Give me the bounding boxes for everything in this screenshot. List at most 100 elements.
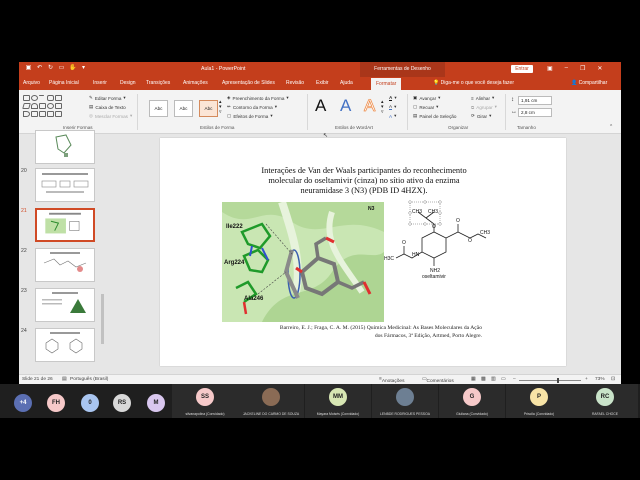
shape-more[interactable]: [55, 111, 62, 117]
thumbnails-scrollbar[interactable]: [101, 294, 104, 344]
normal-view-icon[interactable]: ▦: [471, 377, 476, 382]
participant-tile[interactable]: JACKELINE DO CARMO DE SOUZA: [238, 384, 304, 418]
minimize-icon[interactable]: –: [565, 65, 568, 72]
shape-square[interactable]: [55, 95, 62, 101]
participant-tile[interactable]: SS silvanapolina (Convidado): [172, 384, 238, 418]
slide-sorter-icon[interactable]: ▩: [481, 377, 486, 382]
shape-arrow[interactable]: [31, 111, 38, 117]
tab-exibir[interactable]: Exibir: [316, 80, 329, 86]
participant-avatar[interactable]: RS: [113, 394, 131, 412]
wordart-style-orange[interactable]: A: [364, 96, 376, 116]
tab-design[interactable]: Design: [120, 80, 136, 86]
shape-rectangle[interactable]: [23, 95, 30, 101]
slideshow-icon[interactable]: ▭: [501, 377, 506, 382]
save-icon[interactable]: ▣: [25, 65, 32, 72]
selection-pane-button[interactable]: ▤ Painel de Seleção: [413, 113, 456, 119]
participant-tile[interactable]: LENBDE RODRIGUES PESSOA: [372, 384, 438, 418]
send-backward-button[interactable]: ▢ Recuar ▾: [413, 104, 438, 110]
slide-title[interactable]: Interações de Van der Waals participante…: [204, 166, 524, 196]
customize-toolbar-icon[interactable]: ▾: [80, 65, 87, 72]
tab-formatar[interactable]: Formatar: [371, 78, 402, 90]
participant-avatar[interactable]: FH: [47, 394, 65, 412]
oseltamivir-structure[interactable]: CH3 CH3 O O O CH3 HN NH2 O H3C oseltamiv…: [382, 198, 492, 278]
more-participants-button[interactable]: +4: [14, 394, 32, 412]
notes-button[interactable]: ≡ Anotações: [379, 377, 404, 384]
slide-thumbnail[interactable]: [35, 248, 95, 282]
text-outline-button[interactable]: A ▾: [389, 104, 396, 110]
shape-style-3[interactable]: Abc: [199, 100, 218, 117]
slide-thumbnail[interactable]: [35, 328, 95, 362]
ribbon-display-icon[interactable]: ▣: [547, 65, 553, 72]
shape-fill-button[interactable]: ◈ Preenchimento da Forma ▾: [227, 95, 289, 101]
text-box-button[interactable]: ▤ Caixa de Texto: [89, 104, 126, 110]
start-presentation-icon[interactable]: ▭: [58, 65, 65, 72]
fit-slide-icon[interactable]: ⊡: [611, 377, 615, 382]
restore-icon[interactable]: ❐: [580, 65, 585, 72]
tab-arquivo[interactable]: Arquivo: [23, 80, 40, 86]
slide-thumbnail[interactable]: [35, 288, 95, 322]
participant-tile[interactable]: MM Mayara Moisés (Convidado): [305, 384, 371, 418]
participant-avatar[interactable]: 0: [81, 394, 99, 412]
tell-me-search[interactable]: 💡 Diga-me o que você deseja fazer: [433, 80, 514, 86]
wordart-style-blue[interactable]: A: [340, 96, 351, 116]
shape-height-input[interactable]: 1,91 cm: [518, 96, 552, 105]
tab-animacoes[interactable]: Animações: [183, 80, 208, 86]
shape-styles-more-icon[interactable]: ▴ ▾ ▿: [219, 100, 222, 115]
text-fill-button[interactable]: A ▾: [389, 95, 397, 101]
shape-star[interactable]: [47, 111, 54, 117]
shapes-gallery[interactable]: [22, 94, 89, 122]
zoom-slider-thumb[interactable]: [557, 378, 559, 383]
tab-transicoes[interactable]: Transições: [146, 80, 170, 86]
shape-circle[interactable]: [47, 103, 54, 109]
shape-line[interactable]: [39, 95, 44, 96]
reading-view-icon[interactable]: ▥: [491, 377, 496, 382]
shape-style-2[interactable]: Abc: [174, 100, 193, 117]
wordart-style-black[interactable]: A: [315, 96, 326, 116]
participant-tile[interactable]: RC RAFAEL CHOCE: [572, 384, 638, 418]
touch-mode-icon[interactable]: ✋: [69, 65, 76, 72]
shape-arc[interactable]: [31, 103, 38, 109]
shape-brace[interactable]: [39, 111, 46, 117]
share-button[interactable]: 👤 Compartilhar: [571, 80, 607, 86]
wordart-more-icon[interactable]: ▴ ▾ ▿: [381, 100, 384, 115]
slide-citation[interactable]: Barreiro, E. J.; Fraga, C. A. M. (2015) …: [220, 324, 482, 340]
zoom-out-icon[interactable]: –: [513, 377, 516, 382]
slide[interactable]: Interações de Van der Waals participante…: [160, 138, 566, 366]
tab-pagina-inicial[interactable]: Página Inicial: [49, 80, 79, 86]
group-button[interactable]: ⧉ Agrupar ▾: [471, 104, 497, 110]
edit-shape-button[interactable]: ✎ Editar Forma ▾: [89, 95, 126, 101]
protein-binding-image[interactable]: Ile222 Arg224 Ala246 N3: [222, 202, 384, 322]
participant-avatar[interactable]: M: [147, 394, 165, 412]
slide-thumbnail[interactable]: [35, 168, 95, 202]
zoom-in-icon[interactable]: +: [585, 377, 588, 382]
shape-width-input[interactable]: 2,8 cm: [518, 108, 552, 117]
tab-ajuda[interactable]: Ajuda: [340, 80, 353, 86]
redo-icon[interactable]: ↻: [47, 65, 54, 72]
close-icon[interactable]: ✕: [597, 65, 602, 72]
language-indicator[interactable]: Português (Brasil): [70, 377, 108, 382]
shape-outline-button[interactable]: ✏ Contorno da Forma ▾: [227, 104, 277, 110]
shape-parallelogram[interactable]: [22, 103, 31, 109]
shape-style-1[interactable]: Abc: [149, 100, 168, 117]
shape-rounded-rect[interactable]: [47, 95, 54, 101]
tab-inserir[interactable]: Inserir: [93, 80, 107, 86]
align-button[interactable]: ≡ Alinhar ▾: [471, 95, 494, 101]
collapse-ribbon-icon[interactable]: ⌃: [609, 124, 613, 130]
bring-forward-button[interactable]: ▣ Avançar ▾: [413, 95, 440, 101]
text-effects-button[interactable]: A ▾: [389, 113, 396, 119]
rotate-button[interactable]: ⟳ Girar ▾: [471, 113, 491, 119]
spellcheck-icon[interactable]: ▤: [62, 377, 67, 382]
zoom-level[interactable]: 73%: [595, 377, 605, 382]
shape-oval[interactable]: [31, 95, 38, 101]
slide-thumbnail-selected[interactable]: [35, 208, 95, 242]
merge-shapes-button[interactable]: ◎ Mesclar Formas ▾: [89, 113, 132, 119]
tab-apresentacao[interactable]: Apresentação de Slides: [222, 80, 275, 86]
sign-in-button[interactable]: Entrar: [511, 65, 533, 73]
slide-thumbnail[interactable]: [35, 130, 95, 164]
shape-effects-button[interactable]: ▢ Efeitos de Forma ▾: [227, 113, 273, 119]
undo-icon[interactable]: ↶: [36, 65, 43, 72]
shape-textbox[interactable]: [39, 103, 46, 109]
comments-button[interactable]: ▭ Comentários: [422, 377, 454, 384]
zoom-slider[interactable]: [519, 378, 581, 383]
shape-callout[interactable]: [55, 103, 62, 109]
